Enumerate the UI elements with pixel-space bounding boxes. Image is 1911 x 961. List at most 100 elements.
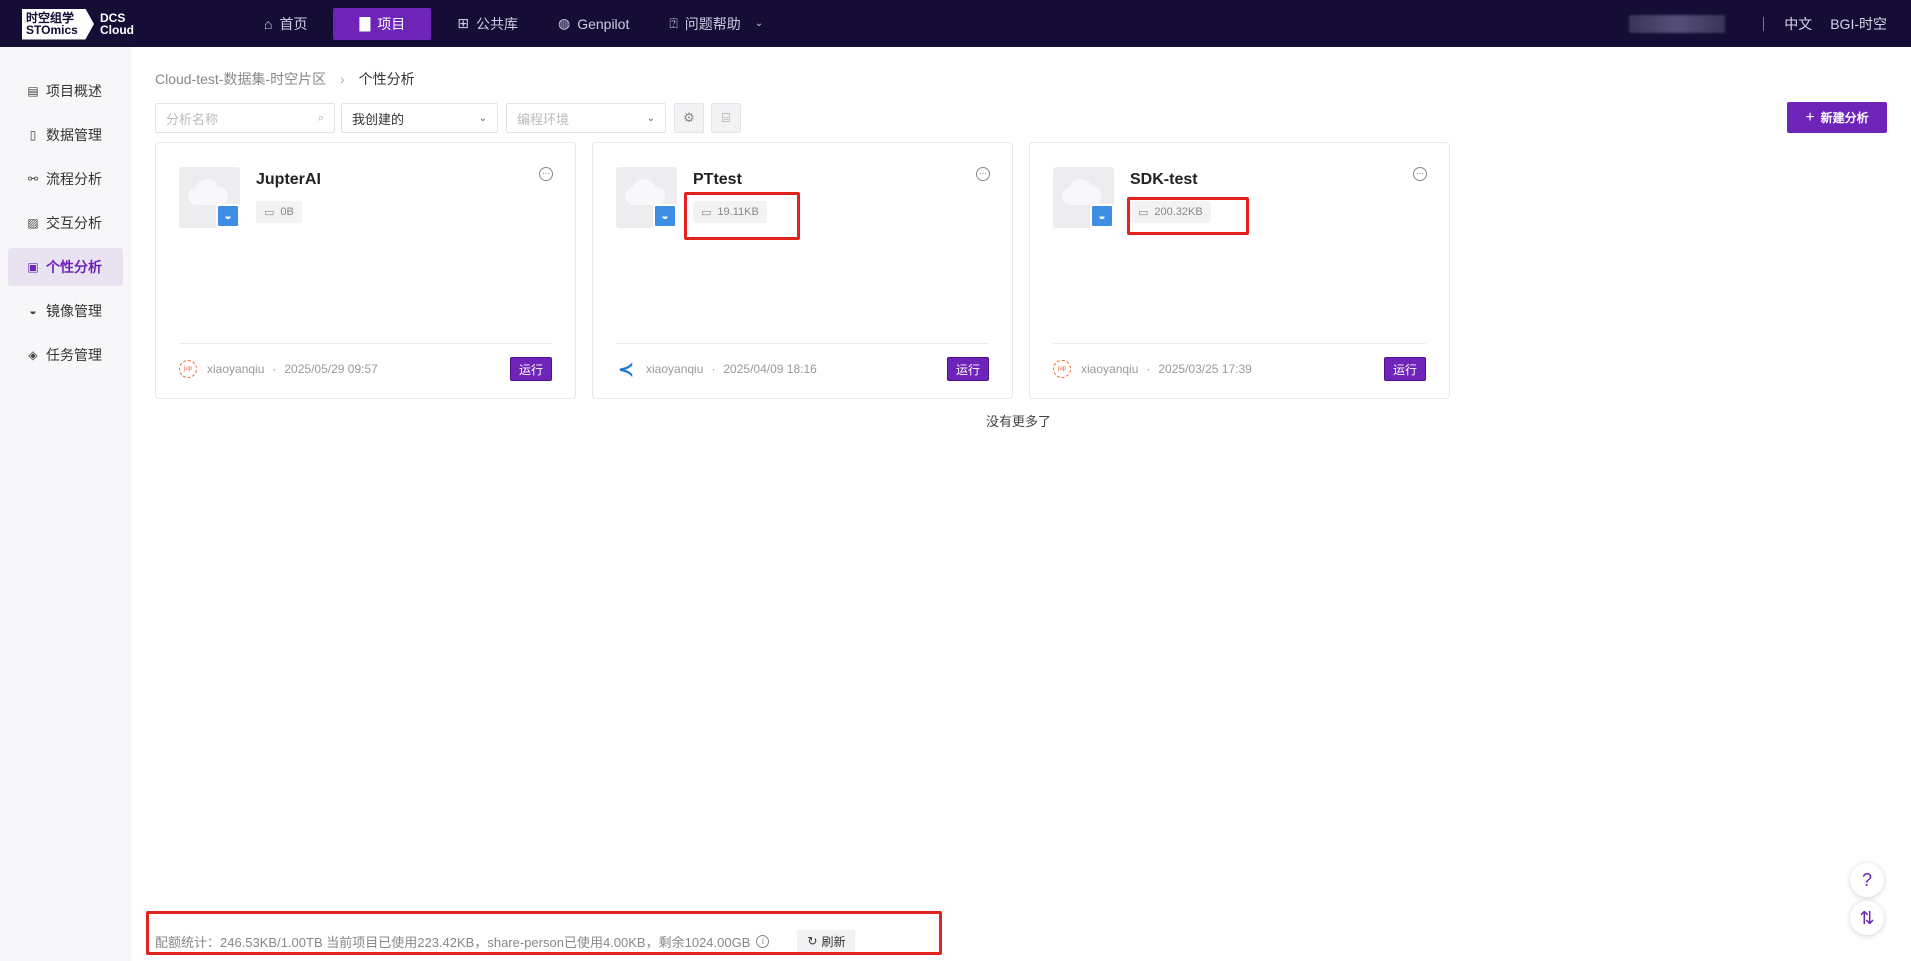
- size-tag: ▭ 0B: [256, 201, 302, 223]
- layers-icon: ◈: [28, 348, 38, 362]
- more-options-icon[interactable]: ···: [539, 167, 553, 181]
- sidebar-item-workflow[interactable]: ⚯ 流程分析: [8, 160, 123, 198]
- more-options-icon[interactable]: ···: [976, 167, 990, 181]
- settings-button[interactable]: ⚙: [674, 103, 704, 133]
- sidebar-item-label: 流程分析: [46, 171, 102, 187]
- sidebar-item-overview[interactable]: ▤ 项目概述: [8, 72, 123, 110]
- card-footer: jup xiaoyanqiu · 2025/05/29 09:57 运行: [179, 357, 552, 381]
- breadcrumb: Cloud-test-数据集-时空片区 › 个性分析: [155, 69, 415, 89]
- divider: [1053, 343, 1426, 344]
- sidebar-item-label: 任务管理: [46, 347, 102, 363]
- analysis-title[interactable]: JupterAI: [256, 171, 321, 189]
- logo[interactable]: 时空组学 STOmics DCS Cloud: [22, 8, 134, 40]
- file-text-icon: ▤: [27, 84, 39, 98]
- quota-text: 配额统计：246.53KB/1.00TB 当前项目已使用223.42KB，sha…: [155, 934, 751, 950]
- image-icon: ▨: [27, 216, 39, 230]
- analysis-title[interactable]: SDK-test: [1130, 171, 1198, 189]
- nav-public-library[interactable]: ⊞ 公共库: [443, 8, 532, 40]
- clean-icon: ⌸: [722, 110, 730, 125]
- nav-label: 公共库: [475, 15, 518, 32]
- filter-toolbar: 分析名称 ⌕ 我创建的 ⌄ 编程环境 ⌄ ⚙ ⌸: [155, 103, 748, 133]
- highlight-box: [684, 192, 800, 240]
- created-time: 2025/04/09 18:16: [723, 362, 817, 376]
- scroll-toggle-button[interactable]: ⇅: [1850, 901, 1884, 935]
- nav-label: Genpilot: [577, 15, 630, 32]
- size-value: 0B: [280, 206, 294, 218]
- docker-icon: ◒: [216, 204, 240, 228]
- run-button[interactable]: 运行: [510, 357, 552, 381]
- gear-icon: ⚙: [683, 110, 695, 125]
- run-button[interactable]: 运行: [1384, 357, 1426, 381]
- sidebar-item-label: 个性分析: [46, 259, 102, 275]
- question-icon: ?: [1861, 869, 1872, 890]
- nav-home[interactable]: ⌂ 首页: [250, 8, 321, 40]
- owner-name: xiaoyanqiu: [1081, 362, 1139, 376]
- sidebar-item-images[interactable]: ◒ 镜像管理: [8, 292, 123, 330]
- help-float-button[interactable]: ?: [1850, 863, 1884, 897]
- language-switch[interactable]: 中文: [1784, 14, 1812, 34]
- refresh-label: 刷新: [821, 934, 846, 949]
- card-footer: jup xiaoyanqiu · 2025/03/25 17:39 运行: [1053, 357, 1426, 381]
- logo-cloud-text: Cloud: [100, 23, 134, 37]
- jupyter-icon: jup: [179, 360, 197, 378]
- sidebar-item-label: 数据管理: [46, 127, 102, 143]
- run-button[interactable]: 运行: [947, 357, 989, 381]
- logo-mark: 时空组学 STOmics: [22, 8, 94, 40]
- separator-dot: ·: [711, 362, 716, 376]
- nav-label: 首页: [279, 15, 308, 32]
- chevron-down-icon: ⌄: [478, 112, 487, 124]
- sidebar-item-label: 项目概述: [46, 83, 102, 99]
- analysis-title[interactable]: PTtest: [693, 171, 742, 189]
- analysis-card[interactable]: ◒ SDK-test ▭ 200.32KB ··· jup xiaoyanqiu…: [1029, 142, 1450, 399]
- breadcrumb-parent[interactable]: Cloud-test-数据集-时空片区: [155, 71, 326, 87]
- search-icon: ⌕: [317, 111, 324, 124]
- sidebar: ▤ 项目概述 ▯ 数据管理 ⚯ 流程分析 ▨ 交互分析 ▣ 个性分析 ◒ 镜像管…: [0, 47, 131, 961]
- nav-project[interactable]: ▇ 项目: [333, 7, 432, 40]
- highlight-box: [1127, 197, 1249, 235]
- environment-select[interactable]: 编程环境 ⌄: [506, 103, 666, 133]
- sidebar-item-custom-analysis[interactable]: ▣ 个性分析: [8, 248, 123, 286]
- refresh-icon: ↻: [807, 934, 818, 948]
- breadcrumb-current: 个性分析: [358, 71, 415, 87]
- analysis-card[interactable]: ◒ PTtest ▭ 19.11KB ··· ≺ xiaoyanqiu · 20…: [592, 142, 1013, 399]
- new-analysis-label: 新建分析: [1820, 111, 1869, 125]
- grid-icon: ⊞: [457, 15, 469, 31]
- creator-select-value: 我创建的: [352, 111, 405, 127]
- more-options-icon[interactable]: ···: [1413, 167, 1427, 181]
- sidebar-item-interactive[interactable]: ▨ 交互分析: [8, 204, 123, 242]
- jupyter-icon: jup: [1053, 360, 1071, 378]
- separator-dot: ·: [272, 362, 277, 376]
- refresh-button[interactable]: ↻ 刷新: [797, 930, 856, 952]
- owner-name: xiaoyanqiu: [646, 362, 704, 376]
- analysis-card[interactable]: ◒ JupterAI ▭ 0B ··· jup xiaoyanqiu · 202…: [155, 142, 576, 399]
- created-time: 2025/03/25 17:39: [1158, 362, 1252, 376]
- search-placeholder: 分析名称: [166, 111, 219, 127]
- info-icon[interactable]: i: [756, 934, 770, 948]
- divider: [1763, 16, 1765, 31]
- nav-help[interactable]: ⍰ 问题帮助 ⌄: [655, 8, 777, 40]
- separator-dot: ·: [1146, 362, 1151, 376]
- sidebar-item-data[interactable]: ▯ 数据管理: [8, 116, 123, 154]
- new-analysis-button[interactable]: + 新建分析: [1787, 102, 1887, 133]
- logo-stomics-text: STOmics: [26, 23, 78, 37]
- home-icon: ⌂: [264, 15, 273, 32]
- file-search-icon: ▯: [29, 128, 37, 142]
- divider: [179, 343, 552, 344]
- nav-genpilot[interactable]: ◍ Genpilot: [544, 8, 643, 40]
- environment-placeholder: 编程环境: [517, 111, 570, 127]
- quota-bar: 配额统计：246.53KB/1.00TB 当前项目已使用223.42KB，sha…: [155, 930, 856, 952]
- globe-icon: ◍: [557, 15, 571, 31]
- docker-icon: ◒: [1090, 204, 1114, 228]
- search-input[interactable]: 分析名称 ⌕: [155, 103, 335, 133]
- user-menu[interactable]: BGI-时空: [1830, 14, 1887, 34]
- sidebar-item-label: 交互分析: [46, 215, 102, 231]
- clear-filter-button[interactable]: ⌸: [711, 103, 741, 133]
- owner-name: xiaoyanqiu: [207, 362, 265, 376]
- plus-icon: +: [1805, 108, 1815, 126]
- sidebar-item-label: 镜像管理: [46, 303, 102, 319]
- docker-icon: ◒: [653, 204, 677, 228]
- chart-icon: ▣: [27, 260, 39, 274]
- chevron-right-icon: ›: [340, 71, 345, 87]
- creator-select[interactable]: 我创建的 ⌄: [341, 103, 498, 133]
- sidebar-item-tasks[interactable]: ◈ 任务管理: [8, 336, 123, 374]
